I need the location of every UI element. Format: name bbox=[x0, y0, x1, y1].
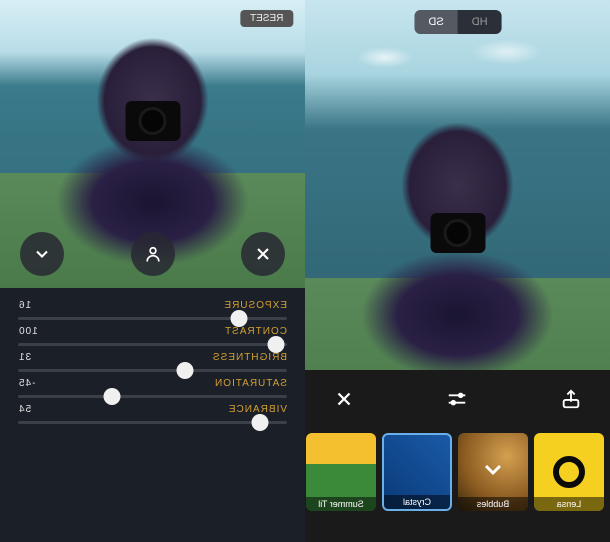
slider-value: 54 bbox=[18, 404, 31, 415]
slider-track[interactable] bbox=[18, 343, 287, 346]
slider-contrast[interactable]: CONTRAST 100 bbox=[18, 326, 287, 346]
close-button[interactable] bbox=[333, 388, 355, 415]
slider-value: 31 bbox=[18, 352, 31, 363]
subject-mask-button[interactable] bbox=[131, 232, 175, 276]
slider-saturation[interactable]: SATURATION -45 bbox=[18, 378, 287, 398]
chevron-down-icon bbox=[479, 456, 507, 489]
close-button[interactable] bbox=[241, 232, 285, 276]
filter-bubbles[interactable]: Bubbles bbox=[458, 433, 528, 511]
reset-button[interactable]: RESET bbox=[240, 10, 293, 27]
slider-track[interactable] bbox=[18, 369, 287, 372]
bottom-toolbar bbox=[305, 370, 610, 433]
slider-value: -45 bbox=[18, 378, 35, 389]
slider-value: 16 bbox=[18, 300, 31, 311]
slider-vibrance[interactable]: VIBRANCE 54 bbox=[18, 404, 287, 424]
editor-filters-screen: HD SD Lensa Bubbles Crystal bbox=[305, 0, 610, 542]
quality-hd[interactable]: HD bbox=[457, 10, 501, 34]
filter-name: Crystal bbox=[384, 495, 450, 509]
slider-track[interactable] bbox=[18, 395, 287, 398]
slider-label: SATURATION bbox=[214, 378, 287, 389]
filter-summer[interactable]: Summer Til bbox=[306, 433, 376, 511]
slider-track[interactable] bbox=[18, 317, 287, 320]
photo-action-bar bbox=[0, 232, 305, 276]
slider-label: EXPOSURE bbox=[223, 300, 287, 311]
slider-handle[interactable] bbox=[104, 388, 121, 405]
filter-lensa[interactable]: Lensa bbox=[534, 433, 604, 511]
slider-handle[interactable] bbox=[252, 414, 269, 431]
filters-strip[interactable]: Lensa Bubbles Crystal Summer Til bbox=[305, 433, 610, 511]
slider-track[interactable] bbox=[18, 421, 287, 424]
quality-sd[interactable]: SD bbox=[414, 10, 457, 34]
share-button[interactable] bbox=[560, 388, 582, 415]
filter-name: Bubbles bbox=[458, 497, 528, 511]
slider-value: 100 bbox=[18, 326, 38, 337]
slider-brightness[interactable]: BRIGHTNESS 31 bbox=[18, 352, 287, 372]
slider-handle[interactable] bbox=[230, 310, 247, 327]
collapse-button[interactable] bbox=[20, 232, 64, 276]
photo-subject bbox=[305, 56, 610, 371]
photo-preview bbox=[305, 0, 610, 370]
slider-handle[interactable] bbox=[176, 362, 193, 379]
filter-name: Summer Til bbox=[306, 497, 376, 511]
lensa-ring-icon bbox=[553, 456, 585, 488]
quality-toggle[interactable]: HD SD bbox=[414, 10, 501, 34]
filter-crystal[interactable]: Crystal bbox=[382, 433, 452, 511]
photo-preview bbox=[0, 0, 305, 288]
slider-handle[interactable] bbox=[268, 336, 285, 353]
adjust-button[interactable] bbox=[447, 388, 469, 415]
slider-label: BRIGHTNESS bbox=[212, 352, 287, 363]
adjustments-panel: EXPOSURE 16 CONTRAST 100 BRIGHTNESS 31 S… bbox=[0, 288, 305, 542]
filter-name: Lensa bbox=[534, 497, 604, 511]
editor-adjust-screen: RESET EXPOSURE 16 CONTRAST bbox=[0, 0, 305, 542]
slider-exposure[interactable]: EXPOSURE 16 bbox=[18, 300, 287, 320]
